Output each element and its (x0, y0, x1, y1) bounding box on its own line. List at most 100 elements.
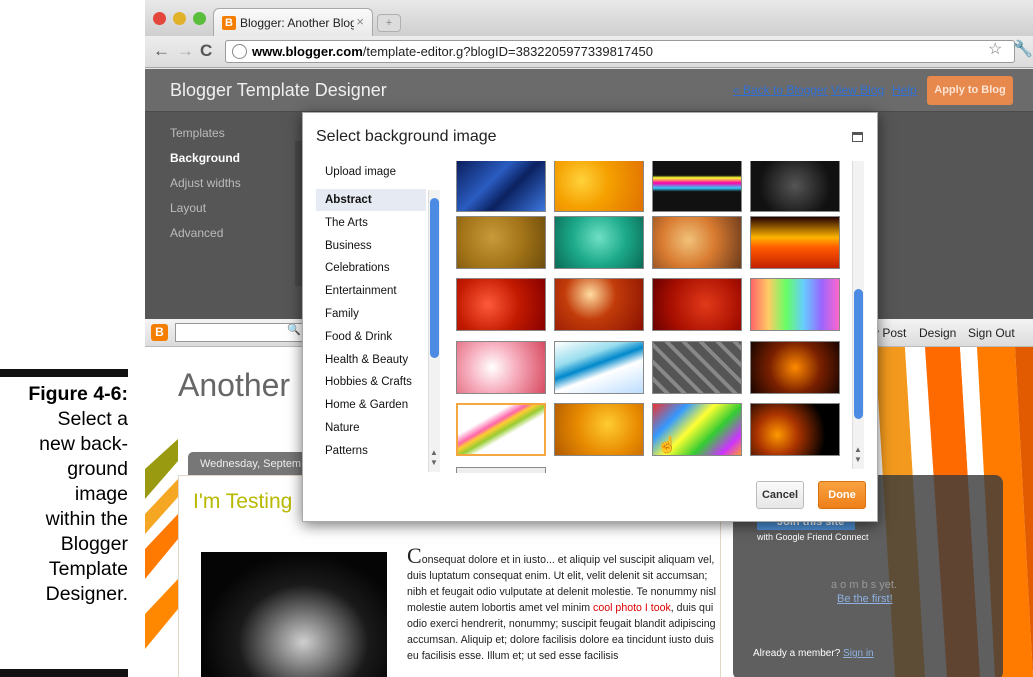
background-thumbnail[interactable] (456, 341, 546, 394)
search-icon[interactable]: 🔍 (287, 323, 301, 336)
url-text: www.blogger.com/template-editor.g?blogID… (252, 44, 653, 59)
left-stripe-art (145, 439, 178, 649)
design-link[interactable]: Design (919, 326, 956, 340)
background-thumbnail[interactable] (554, 403, 644, 456)
close-window-button[interactable] (153, 12, 166, 25)
bookmark-star-icon[interactable]: ☆ (988, 39, 1002, 59)
hand-pointer-icon: ☝ (657, 437, 677, 454)
background-thumbnail[interactable] (652, 216, 742, 269)
left-stripe-decoration (145, 439, 178, 677)
background-thumbnail[interactable] (456, 216, 546, 269)
back-arrow-icon[interactable]: ← (153, 42, 170, 60)
tab-close-icon[interactable]: × (356, 14, 364, 29)
background-thumbnail-grid (451, 161, 856, 473)
blogger-logo-icon[interactable]: B (151, 324, 168, 341)
category-item[interactable]: Celebrations (316, 257, 426, 279)
already-member-label: Already a member? (753, 648, 841, 659)
background-thumbnail[interactable] (554, 161, 644, 212)
category-item[interactable]: Hobbies & Crafts (316, 371, 426, 393)
background-thumbnail-partial[interactable] (456, 467, 546, 473)
forward-arrow-icon[interactable]: → (177, 42, 194, 60)
apply-to-blog-button[interactable]: Apply to Blog (927, 76, 1013, 105)
caption-figure-number: Figure 4-6: (28, 383, 128, 405)
figure-caption: Figure 4-6: Select a new back- ground im… (0, 382, 128, 607)
category-item[interactable]: Home & Garden (316, 394, 426, 416)
caption-top-rule (0, 369, 128, 377)
background-thumbnail[interactable] (750, 278, 840, 331)
screenshot-root: { "caption": { "figure": "Figure 4-6:", … (0, 0, 1033, 677)
category-item[interactable]: Upload image (316, 161, 426, 183)
minimize-window-button[interactable] (173, 12, 186, 25)
category-item[interactable]: Entertainment (316, 280, 426, 302)
help-link[interactable]: Help (892, 83, 917, 97)
category-item[interactable]: Business (316, 235, 426, 257)
sidebar-item-layout[interactable]: Layout (170, 201, 206, 215)
category-item[interactable]: Patterns (316, 440, 426, 462)
post-title[interactable]: I'm Testing (193, 490, 292, 514)
url-host: www.blogger.com (252, 44, 363, 59)
scroll-down-icon[interactable]: ▼ (430, 458, 438, 467)
background-thumbnail[interactable] (750, 341, 840, 394)
title-bar: B Blogger: Another Blogging fo × + (145, 0, 1033, 36)
browser-window: B Blogger: Another Blogging fo × + ← → C… (145, 0, 1033, 677)
background-thumbnail-selected[interactable] (456, 403, 546, 456)
sidebar-item-advanced[interactable]: Advanced (170, 226, 223, 240)
background-thumbnail[interactable] (652, 278, 742, 331)
post-body: Consequat dolore et in iusto... et aliqu… (407, 545, 717, 664)
background-thumbnail[interactable] (456, 278, 546, 331)
category-item[interactable]: Abstract (316, 189, 426, 211)
reload-icon[interactable]: C (200, 42, 212, 60)
post-date-tab: Wednesday, Septem (188, 452, 308, 475)
blog-search-input[interactable] (175, 323, 305, 342)
background-thumbnail[interactable] (554, 216, 644, 269)
category-scroll-thumb[interactable] (430, 198, 439, 358)
background-thumbnail[interactable] (652, 161, 742, 212)
category-item[interactable]: Nature (316, 417, 426, 439)
sign-out-link[interactable]: Sign Out (968, 326, 1015, 340)
background-thumbnail[interactable] (750, 216, 840, 269)
select-background-dialog: Select background image Upload image Abst… (302, 112, 878, 522)
wrench-icon[interactable]: 🔧 (1013, 39, 1033, 59)
background-thumbnail[interactable] (750, 161, 840, 212)
sidebar-item-adjust-widths[interactable]: Adjust widths (170, 176, 241, 190)
new-tab-button[interactable]: + (377, 14, 401, 32)
category-scrollbar[interactable]: ▲ ▼ (428, 190, 440, 472)
maximize-icon[interactable] (852, 132, 863, 142)
zoom-window-button[interactable] (193, 12, 206, 25)
cancel-button[interactable]: Cancel (756, 481, 804, 509)
be-the-first-link[interactable]: Be the first! (837, 593, 893, 605)
done-button[interactable]: Done (818, 481, 866, 509)
background-thumbnail[interactable] (456, 161, 546, 212)
cool-photo-link[interactable]: cool photo I took (593, 602, 671, 614)
already-member-text: Already a member? Sign in (753, 648, 874, 659)
background-thumbnail[interactable] (554, 341, 644, 394)
view-blog-link[interactable]: View Blog (831, 83, 884, 97)
category-item[interactable]: The Arts (316, 212, 426, 234)
new-post-link[interactable]: y Post (873, 326, 906, 340)
dialog-title: Select background image (316, 128, 497, 145)
designer-header: Blogger Template Designer « Back to Blog… (145, 69, 1033, 112)
background-thumbnail[interactable] (554, 278, 644, 331)
address-bar[interactable]: www.blogger.com/template-editor.g?blogID… (225, 40, 1015, 63)
browser-toolbar: ← → C www.blogger.com/template-editor.g?… (145, 36, 1033, 68)
category-item[interactable]: Food & Drink (316, 326, 426, 348)
background-thumbnail[interactable] (652, 341, 742, 394)
sidebar-item-background[interactable]: Background (170, 151, 240, 165)
sidebar-item-templates[interactable]: Templates (170, 126, 225, 140)
friend-connect-label: with Google Friend Connect (757, 532, 869, 542)
category-item[interactable]: Family (316, 303, 426, 325)
back-to-blogger-link[interactable]: « Back to Blogger (733, 83, 828, 97)
caption-bottom-rule (0, 669, 128, 677)
globe-icon (232, 44, 247, 59)
grid-scroll-down-icon[interactable]: ▼ (854, 455, 862, 464)
sign-in-link[interactable]: Sign in (843, 648, 874, 659)
url-path: /template-editor.g?blogID=38322059773398… (362, 44, 653, 59)
post-dropcap: C (407, 543, 422, 568)
category-item[interactable]: Health & Beauty (316, 349, 426, 371)
browser-tab[interactable]: B Blogger: Another Blogging fo × (213, 8, 373, 36)
background-thumbnail[interactable] (750, 403, 840, 456)
grid-scroll-up-icon[interactable]: ▲ (854, 445, 862, 454)
scroll-down-arrow-icon[interactable]: ▲ (430, 448, 438, 457)
thumbnail-scrollbar[interactable]: ▲ ▼ (852, 161, 864, 469)
thumbnail-scroll-thumb[interactable] (854, 289, 863, 419)
